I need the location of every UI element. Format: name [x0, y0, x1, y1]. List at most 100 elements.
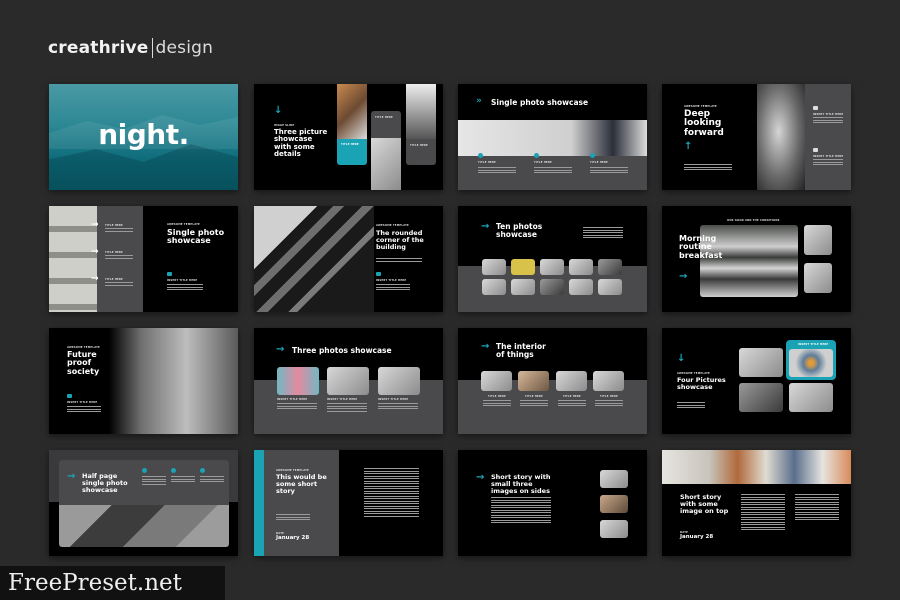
brand-name: creathrive	[48, 38, 149, 58]
photo-building	[59, 505, 229, 547]
photo-curved-building	[254, 206, 374, 312]
slide-thumbnail-rounded-corner[interactable]: Awesome template The rounded corner of t…	[254, 206, 443, 312]
card-label: Title here	[410, 144, 428, 147]
arrow-right-icon: →	[679, 271, 688, 282]
slide-label: Awesome template	[67, 346, 100, 349]
photo-thumb	[378, 367, 420, 395]
photo-thumb	[277, 367, 319, 395]
brand-logo: creathrive design	[48, 38, 213, 58]
body-text	[376, 258, 422, 263]
card-title: Insert title here	[378, 398, 409, 401]
slide-label: Our good and the conditions	[727, 219, 780, 222]
photo-thumb	[556, 371, 587, 391]
card-title: Title here	[600, 395, 618, 398]
photo-thumb	[482, 279, 506, 295]
body-text	[276, 514, 310, 522]
slide-thumbnail-short-story-three-images[interactable]: → Short story with small three images on…	[458, 450, 647, 556]
photo-thumb	[511, 279, 535, 295]
photo-food-bowls	[662, 450, 851, 484]
photo-thumb	[593, 371, 624, 391]
body-text	[534, 167, 572, 175]
slide-title: Single photo showcase	[167, 228, 225, 246]
photo-staircase	[337, 84, 367, 139]
photo-thumb	[739, 383, 783, 412]
camera-icon	[376, 272, 381, 276]
slide-title: Three picture showcase with some details	[274, 128, 328, 159]
body-text	[677, 402, 705, 410]
card-label: Title here	[341, 143, 359, 146]
camera-icon	[67, 394, 72, 398]
photo-thumb	[511, 259, 535, 275]
body-text	[483, 400, 511, 408]
side-panel	[805, 84, 851, 190]
photo-interior	[458, 120, 647, 156]
slide-label: Awesome template	[677, 372, 710, 375]
photo-thumb	[739, 348, 783, 377]
slide-thumbnail-morning-routine[interactable]: Our good and the conditions Morning rout…	[662, 206, 851, 312]
slide-thumbnail-half-page[interactable]: → Half page single photo showcase	[49, 450, 238, 556]
photo-thumb	[598, 259, 622, 275]
slide-thumbnail-three-photos[interactable]: → Three photos showcase Insert title her…	[254, 328, 443, 434]
body-text	[105, 228, 133, 233]
slide-thumbnail-short-story[interactable]: Awesome template This would be some shor…	[254, 450, 443, 556]
slide-title: Short story with small three images on s…	[491, 473, 551, 495]
slide-title: Half page single photo showcase	[82, 472, 128, 494]
photo-thumb	[540, 279, 564, 295]
slide-thumbnail-four-pictures[interactable]: ↓ Awesome template Four Pictures showcas…	[662, 328, 851, 434]
body-text	[590, 167, 628, 175]
photo-thumb	[598, 279, 622, 295]
slide-title: Deep looking forward	[684, 109, 724, 138]
slide-thumbnail-three-picture[interactable]: ↓ Image slide Three picture showcase wit…	[254, 84, 443, 190]
bullet-dot	[171, 468, 176, 473]
arrow-right-icon: →	[91, 220, 99, 230]
slide-title: Four Pictures showcase	[677, 376, 726, 391]
body-text	[105, 255, 133, 260]
step-badge	[590, 153, 595, 158]
arrow-right-icon: →	[476, 472, 485, 483]
body-text	[167, 284, 203, 292]
slide-title: This would be some short story	[276, 473, 327, 495]
body-text	[67, 406, 101, 414]
highlight-label: Insert title here	[798, 343, 829, 346]
slide-title: night.	[98, 118, 189, 151]
slide-thumbnail-ten-photos[interactable]: → Ten photos showcase	[458, 206, 647, 312]
step-title: Title here	[590, 161, 608, 164]
slide-thumbnail-deep-looking[interactable]: Awesome template Deep looking forward ↑ …	[662, 84, 851, 190]
body-text	[327, 403, 367, 413]
slide-label: Awesome template	[276, 469, 309, 472]
slide-label: Awesome template	[684, 105, 717, 108]
card-title: Insert title here	[277, 398, 308, 401]
card-label: Title here	[375, 116, 393, 119]
slide-title: Short story with some image on top	[680, 493, 729, 515]
step-badge	[534, 153, 539, 158]
slide-title: Ten photos showcase	[496, 222, 543, 239]
arrow-right-icon: →	[91, 274, 99, 284]
body-text	[595, 400, 623, 408]
slide-thumbnail-future-proof[interactable]: Awesome template Future proof society In…	[49, 328, 238, 434]
photo-coffee-cup	[804, 263, 832, 293]
body-text	[171, 476, 195, 484]
item-title: Title here	[105, 251, 123, 254]
info-card: Title here	[406, 139, 436, 165]
arrow-right-icon: →	[481, 341, 490, 352]
slide-thumbnail-single-photo[interactable]: » Single photo showcase Title here Title…	[458, 84, 647, 190]
slide-label: Awesome template	[376, 224, 409, 227]
body-text	[583, 227, 623, 240]
body-text	[142, 476, 166, 486]
step-title: Title here	[534, 161, 552, 164]
photo-thumb	[569, 279, 593, 295]
photo-thumb	[518, 371, 549, 391]
slide-thumbnail-night[interactable]: night.	[49, 84, 238, 190]
slide-thumbnail-short-story-image-top[interactable]: Short story with some image on top Date …	[662, 450, 851, 556]
body-text	[378, 403, 418, 411]
slide-thumbnail-interior-things[interactable]: → The interior of things Title here Titl…	[458, 328, 647, 434]
date-value: January 28	[276, 535, 310, 541]
camera-icon	[813, 106, 818, 110]
body-text	[491, 497, 551, 525]
bullet-dot	[142, 468, 147, 473]
arrow-right-icon: →	[481, 221, 490, 232]
body-text	[520, 400, 548, 408]
photo-thumb	[327, 367, 369, 395]
sub-title: Insert title here	[67, 401, 98, 404]
slide-thumbnail-single-photo-2[interactable]: → → → Title here Title here Title here A…	[49, 206, 238, 312]
